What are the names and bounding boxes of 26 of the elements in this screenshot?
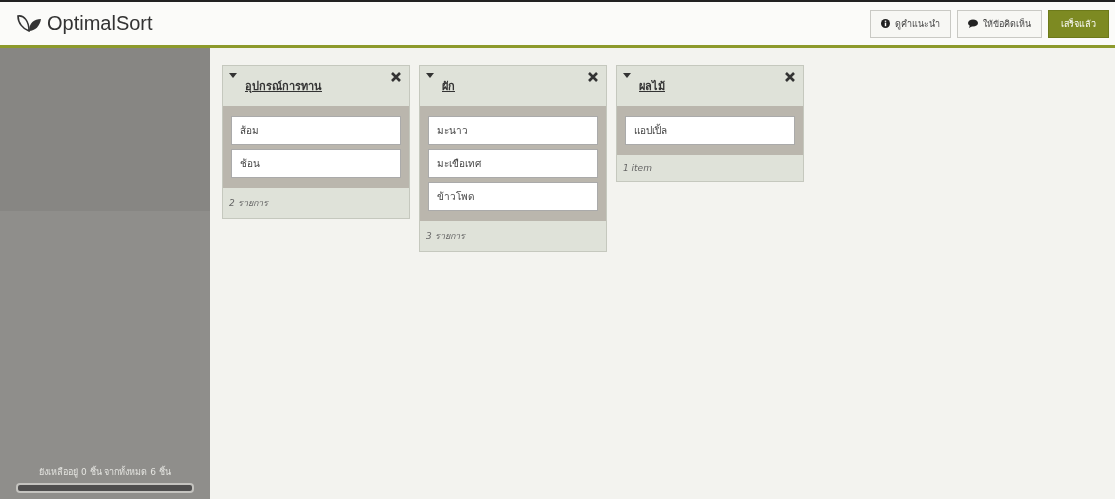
close-icon[interactable] [391, 72, 401, 82]
done-button[interactable]: เสร็จแล้ว [1048, 9, 1109, 38]
logo-text: OptimalSort [47, 12, 153, 35]
category-title[interactable]: อุปกรณ์การทาน [245, 77, 322, 95]
progress-text: ยังเหลืออยู่ 0 ชิ้น จากทั้งหมด 6 ชิ้น [39, 465, 171, 479]
info-icon [881, 19, 890, 28]
card-item[interactable]: ข้าวโพด [428, 182, 598, 211]
help-button[interactable]: ดูคำแนะนำ [870, 9, 951, 38]
card-item[interactable]: ส้อม [231, 116, 401, 145]
card-item[interactable]: ช้อน [231, 149, 401, 178]
item-count: 3 รายการ [426, 231, 465, 241]
caret-icon[interactable] [229, 73, 237, 78]
caret-icon[interactable] [426, 73, 434, 78]
card-item[interactable]: แอปเปิ้ล [625, 116, 795, 145]
close-icon[interactable] [588, 72, 598, 82]
close-icon[interactable] [785, 72, 795, 82]
feedback-button[interactable]: ให้ข้อคิดเห็น [957, 9, 1042, 38]
leaf-logo-icon [16, 12, 42, 35]
category-title[interactable]: ผัก [442, 77, 455, 95]
card-item[interactable]: มะเขือเทศ [428, 149, 598, 178]
speech-bubble-icon [968, 19, 978, 28]
item-count: 2 รายการ [229, 198, 268, 208]
card-item[interactable]: มะนาว [428, 116, 598, 145]
category-title[interactable]: ผลไม้ [639, 77, 665, 95]
item-count: 1 item [623, 163, 652, 173]
caret-icon[interactable] [623, 73, 631, 78]
